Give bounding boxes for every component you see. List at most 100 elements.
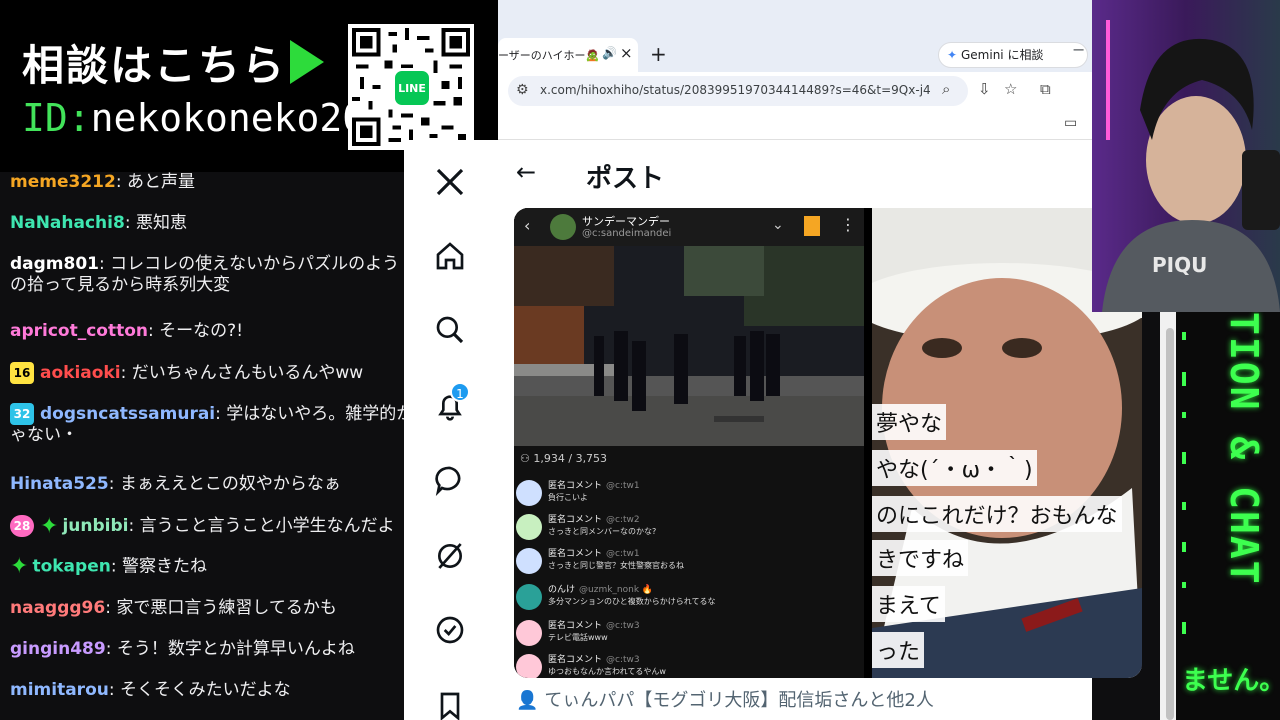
comment-handle: @uzmk_nonk 🔥 (579, 585, 654, 595)
chat-message: mimitarou: そくそくみたいだよな (10, 680, 291, 700)
new-tab-button[interactable]: + (650, 42, 667, 66)
subtitle-line: のにこれだけ？おもんな (872, 496, 1122, 532)
tagged-users[interactable]: 👤 てぃんパパ【モグゴリ大阪】配信垢さんと他2人 (516, 686, 934, 712)
star-icon[interactable]: ☆ (1004, 80, 1017, 98)
banner-headline: 相談はこちら (22, 41, 287, 90)
stream-header: ‹ サンデーマンデー @c:sandeimandei ⌄ ⋮ (514, 208, 864, 246)
chat-message: naaggg96: 家で悪口言う練習してるかも (10, 598, 337, 618)
subtitle-line: やな(´・ω・｀) (872, 450, 1037, 486)
chevron-down-icon: ⌄ (772, 217, 784, 233)
bookmark-icon[interactable] (432, 688, 468, 720)
chat-message: apricot_cotton: そーなの?! (10, 321, 244, 341)
minimize-icon[interactable]: − (1072, 40, 1085, 59)
channel-name: サンデーマンデー (582, 215, 670, 228)
tagged-users-text: てぃんパパ【モグゴリ大阪】配信垢さんと他2人 (544, 690, 934, 711)
svg-text:PIQU: PIQU (1152, 253, 1207, 277)
chat-message: Hinata525: まぁええとこの奴やからなぁ (10, 474, 341, 494)
gemini-sparkle-icon: ✦ (947, 48, 958, 62)
comment-handle: @c:tw3 (606, 655, 640, 665)
decorative-dots (1182, 332, 1186, 634)
post-media[interactable]: ‹ サンデーマンデー @c:sandeimandei ⌄ ⋮ ⚇ 1,934 /… (514, 208, 1142, 678)
x-logo-icon[interactable] (432, 164, 468, 200)
chat-username[interactable]: junbibi (62, 516, 128, 536)
tab-bar: ーザーのハイホー🧟 公式 🔊 × + ✦Gemini に相談 − (498, 0, 1092, 72)
comment-name: 匿名コメント (548, 515, 603, 525)
viewer-count-text: 1,934 / 3,753 (533, 452, 608, 465)
comment-avatar (516, 654, 542, 678)
subscriber-badge: 28 (10, 515, 34, 537)
gemini-button[interactable]: ✦ Gemini に相談 (938, 42, 1088, 68)
chat-username[interactable]: dagm801 (10, 254, 99, 274)
comment-name: 匿名コメント (548, 655, 603, 665)
comment-text: さっきと同じ警官？女性警察官おるね (548, 561, 684, 570)
stream-comment: 匿名コメント @c:tw3 ゆつおもなんか言われてるやんw (514, 652, 864, 678)
site-settings-icon[interactable]: ⚙ (516, 82, 529, 98)
chat-username[interactable]: Hinata525 (10, 474, 109, 494)
chat-message: ✦ tokapen: 警察きたね (10, 554, 207, 579)
people-icon: ⚇ (520, 452, 530, 465)
chat-username[interactable]: naaggg96 (10, 598, 105, 618)
viewer-count: ⚇ 1,934 / 3,753 (520, 452, 607, 465)
chat-username[interactable]: aokiaoki (40, 363, 121, 383)
messages-icon[interactable] (432, 462, 468, 498)
zoom-icon[interactable]: ⌕ (942, 80, 950, 98)
chat-username[interactable]: NaNahachi8 (10, 213, 125, 233)
comment-handle: @c:tw1 (606, 549, 640, 559)
livestream-screenshot: ‹ サンデーマンデー @c:sandeimandei ⌄ ⋮ ⚇ 1,934 /… (514, 208, 864, 678)
chat-text: だいちゃんさんもいるんやww (131, 363, 364, 383)
comment-handle: @c:tw2 (606, 515, 640, 525)
line-qr-code: LINE (348, 24, 474, 150)
chat-text: あと声量 (126, 172, 195, 192)
browser-tab[interactable]: ーザーのハイホー🧟 公式 🔊 × (498, 38, 638, 72)
stream-comment: のんけ @uzmk_nonk 🔥 多分マンションのひと複数からかけられてるな (514, 582, 864, 616)
play-arrow-icon (290, 40, 324, 84)
comment-text: 多分マンションのひと複数からかけられてるな (548, 597, 716, 606)
grok-icon[interactable] (432, 538, 468, 574)
close-tab-icon[interactable]: × (620, 44, 633, 62)
comment-handle: @c:tw1 (606, 481, 640, 491)
comment-avatar (516, 514, 542, 540)
comment-avatar (516, 548, 542, 574)
chat-message: gingin489: そう！数字とか計算早いんよね (10, 639, 355, 659)
install-icon[interactable]: ⇩ (978, 80, 991, 98)
stream-comment: 匿名コメント @c:tw3 テレビ電話www (514, 618, 864, 652)
folder-icon[interactable]: ▭ (1064, 115, 1077, 131)
stream-comment: 匿名コメント @c:tw2 さっきと同メンバーなのかな? (514, 512, 864, 546)
tab-title: ーザーのハイホー🧟 公式 (498, 49, 602, 62)
address-bar[interactable]: ⚙ x.com/hihoxhiho/status/208399519703441… (508, 76, 968, 106)
comment-avatar (516, 480, 542, 506)
comment-text: さっきと同メンバーなのかな? (548, 527, 657, 536)
comment-avatar (516, 620, 542, 646)
chat-username[interactable]: meme3212 (10, 172, 116, 192)
banner-id-prefix: ID: (22, 96, 91, 140)
scrollbar-thumb[interactable] (1166, 328, 1174, 720)
speaker-icon[interactable]: 🔊 (602, 46, 617, 60)
subscriber-badge: 32 (10, 403, 34, 425)
chat-text: 家で悪口言う練習してるかも (116, 598, 337, 618)
chat-username[interactable]: gingin489 (10, 639, 106, 659)
subscriber-badge: 16 (10, 362, 34, 384)
post-title: ポスト (586, 164, 665, 194)
comment-name: のんけ (548, 585, 576, 595)
streamer-photo: PIQU (1092, 0, 1280, 312)
chat-text: 言うこと言うこと小学生なんだよ (139, 516, 395, 536)
comment-text: テレビ電話www (548, 633, 608, 642)
chat-username[interactable]: apricot_cotton (10, 321, 148, 341)
chat-username[interactable]: tokapen (32, 557, 110, 577)
chat-message: dagm801: コレコレの使えないからパズルのよう の拾って見るから時系列大変 (10, 254, 400, 295)
chat-text: 警察きたね (121, 556, 207, 577)
night-street-scene (514, 246, 864, 446)
x-sidebar: 1 (404, 140, 498, 720)
home-icon[interactable] (432, 238, 468, 274)
chat-text: そう！数字とか計算早いんよね (116, 639, 355, 659)
extensions-icon[interactable]: ⧉ (1040, 80, 1051, 98)
subtitle-line: きですね (872, 540, 969, 576)
verified-icon[interactable] (432, 612, 468, 648)
channel-handle: @c:sandeimandei (582, 228, 672, 239)
search-icon[interactable] (432, 312, 468, 348)
chat-username[interactable]: dogsncatssamurai (40, 404, 215, 424)
chat-username[interactable]: mimitarou (10, 680, 109, 700)
toolbar: ⚙ x.com/hihoxhiho/status/208399519703441… (498, 72, 1092, 110)
chat-text: の拾って見るから時系列大変 (10, 275, 231, 295)
back-arrow-icon[interactable]: ← (516, 158, 536, 186)
